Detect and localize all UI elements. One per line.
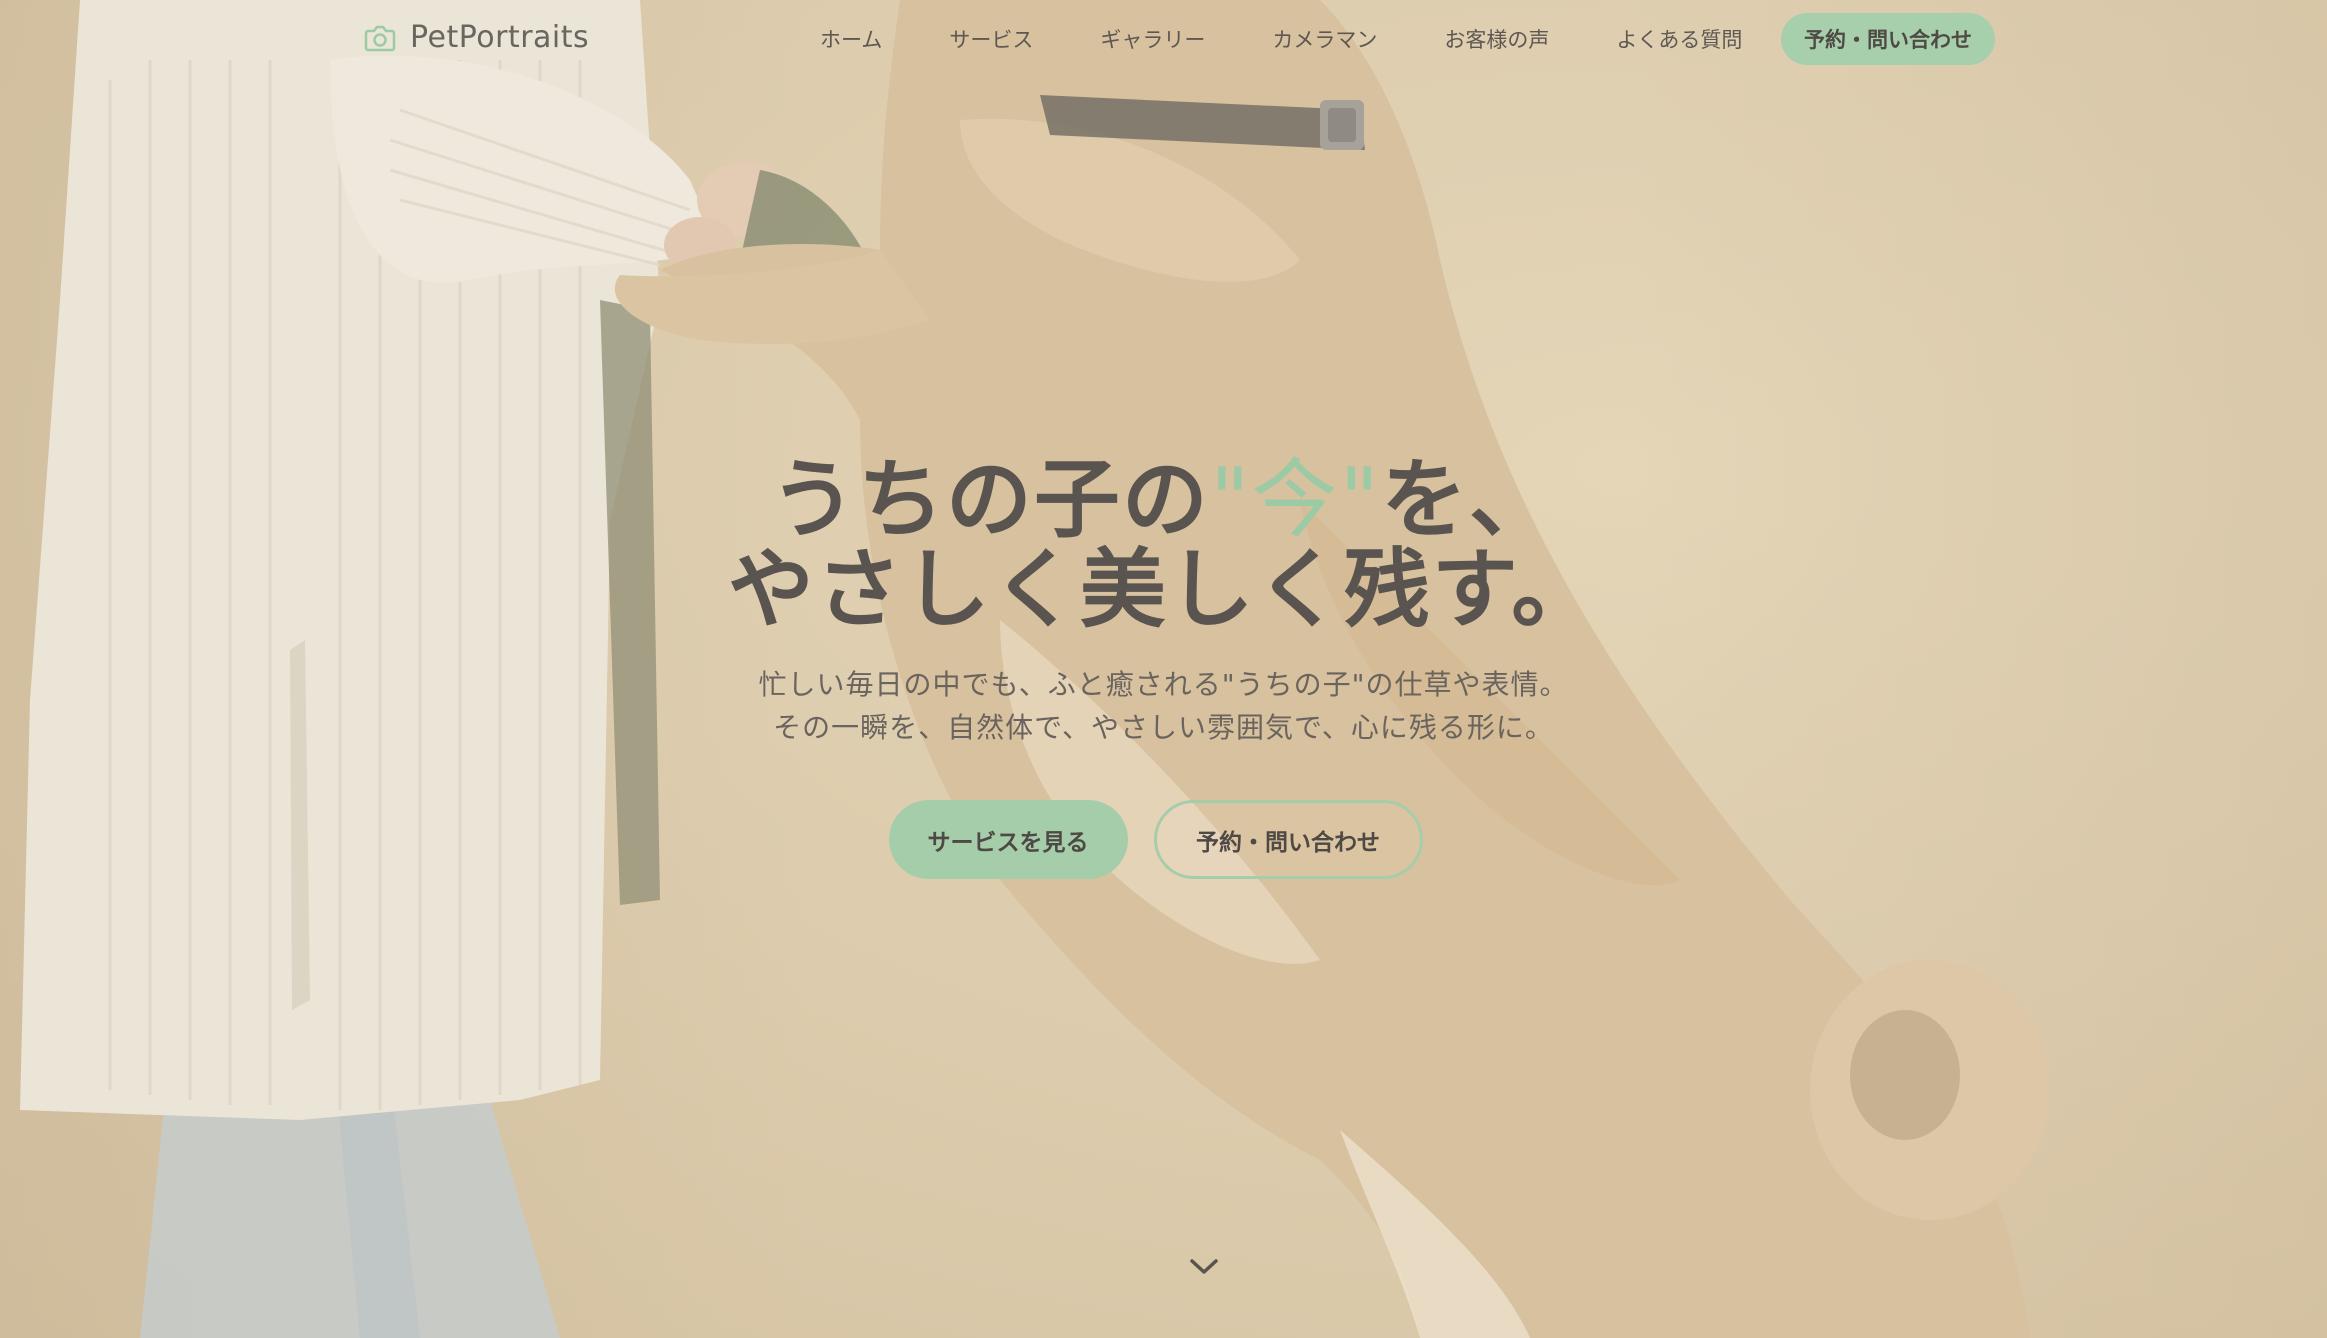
hero-subtitle-line-1: 忙しい毎日の中でも、ふと癒される"うちの子"の仕草や表情。 bbox=[758, 668, 1569, 701]
hero-title-post: を、 bbox=[1381, 450, 1558, 550]
hero-reserve-contact-button[interactable]: 予約・問い合わせ bbox=[1153, 800, 1423, 879]
hero-title-line-1: うちの子の"今"を、 bbox=[0, 455, 2327, 545]
nav-item-services[interactable]: サービス bbox=[949, 22, 1033, 58]
hero-button-group: サービスを見る 予約・問い合わせ bbox=[0, 800, 2327, 879]
nav-item-gallery[interactable]: ギャラリー bbox=[1100, 22, 1205, 58]
nav-reserve-contact-button[interactable]: 予約・問い合わせ bbox=[1781, 13, 1995, 65]
hero-subtitle-line-2: その一瞬を、自然体で、やさしい雰囲気で、心に残る形に。 bbox=[773, 711, 1554, 744]
site-logo[interactable]: PetPortraits bbox=[364, 20, 589, 55]
view-services-button[interactable]: サービスを見る bbox=[888, 800, 1128, 879]
nav-item-faq[interactable]: よくある質問 bbox=[1616, 22, 1742, 58]
hero-title-pre: うちの子の bbox=[769, 450, 1210, 550]
nav-item-photographers[interactable]: カメラマン bbox=[1272, 22, 1377, 58]
chevron-down-icon[interactable] bbox=[1186, 1252, 1222, 1280]
hero-title-accent: "今" bbox=[1209, 450, 1382, 550]
hero-title-line-2: やさしく美しく残す。 bbox=[727, 540, 1600, 640]
hero-subtitle: 忙しい毎日の中でも、ふと癒される"うちの子"の仕草や表情。 その一瞬を、自然体で… bbox=[0, 663, 2327, 749]
nav-item-testimonials[interactable]: お客様の声 bbox=[1444, 22, 1549, 58]
main-nav: ホーム サービス ギャラリー カメラマン お客様の声 よくある質問 bbox=[800, 22, 1809, 58]
hero-title: うちの子の"今"を、 やさしく美しく残す。 bbox=[0, 455, 2327, 635]
nav-item-home[interactable]: ホーム bbox=[820, 22, 882, 58]
hero-section: うちの子の"今"を、 やさしく美しく残す。 忙しい毎日の中でも、ふと癒される"う… bbox=[0, 455, 2327, 749]
top-navbar: PetPortraits ホーム サービス ギャラリー カメラマン お客様の声 … bbox=[0, 0, 2327, 82]
logo-text: PetPortraits bbox=[410, 20, 590, 55]
camera-icon bbox=[364, 24, 396, 52]
